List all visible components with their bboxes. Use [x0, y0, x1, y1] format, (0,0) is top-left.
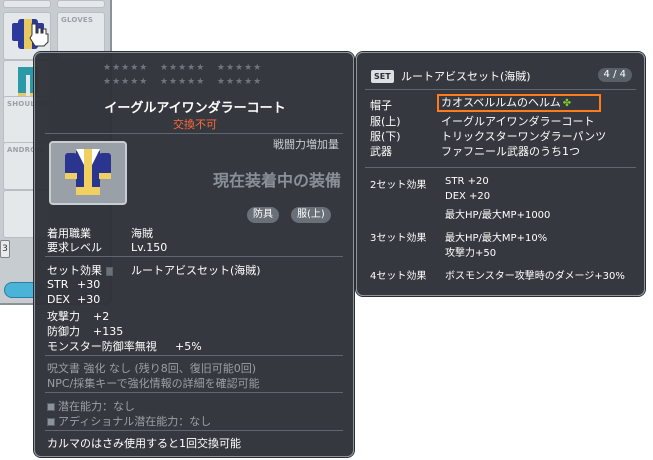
stat-key: STR [47, 278, 69, 291]
coat-item-icon [65, 149, 111, 195]
potential-text: 潜在能力：なし [58, 400, 135, 413]
item-tooltip: ★★★★★ ★★★★★ ★★★★★ ★★★★★ ★★★★★ ★★★★★ イーグル… [34, 52, 354, 457]
star-group: ★★★★★ [159, 63, 206, 73]
set-effect-row: セット効果 ルートアビスセット(海賊) [47, 262, 261, 278]
set-bonus-line: DEX +20 [445, 191, 491, 202]
star-group: ★★★★★ [159, 77, 206, 87]
npc-info: NPC/採集キーで強化情報の詳細を確認可能 [47, 377, 260, 390]
stat-row: DEX +30 [47, 293, 100, 306]
star-group: ★★★★★ [216, 77, 263, 87]
karma-note: カルマのはさみ使用すると1回交換可能 [47, 437, 241, 450]
stat-value: +5% [175, 340, 202, 353]
stat-key: 防御力 [47, 325, 80, 338]
set-bonus-line: 最大HP/最大MP+10% [445, 233, 548, 244]
slot-label-gloves: GLOVES [61, 16, 94, 24]
stat-value: +30 [77, 278, 101, 291]
upgrade-info: 呪文書 強化 なし (残り8回、復旧可能0回) [47, 362, 257, 375]
stat-value: +2 [93, 310, 110, 323]
additional-potential-text: アディショナル潜在能力：なし [58, 415, 212, 428]
stat-row: 攻撃力 +2 [47, 308, 109, 324]
set-item-name: ファフニール武器のうち1つ [441, 145, 580, 158]
stat-row: モンスター防御率無視 +5% [47, 338, 202, 354]
item-icon-frame [49, 141, 127, 205]
stat-key: モンスター防御率無視 [47, 340, 157, 353]
potential-row: 潜在能力：なし [47, 398, 135, 414]
set-title: ルートアビスセット(海賊) [401, 70, 531, 83]
stat-value: +30 [77, 293, 101, 306]
hand-cursor-icon [29, 23, 49, 47]
set-tooltip: SET ルートアビスセット(海賊) 4 / 4 帽子 カオスベルルムのヘルム ✤ … [356, 52, 645, 296]
clover-icon: ✤ [562, 98, 572, 109]
divider [45, 133, 343, 134]
divider [365, 167, 636, 168]
set-badge: SET [371, 70, 394, 83]
stat-row: 防御力 +135 [47, 323, 123, 339]
divider [365, 89, 636, 90]
item-name: イーグルアイワンダラーコート [104, 101, 286, 116]
divider [45, 355, 343, 356]
set-item-name: カオスベルルムのヘルム [441, 96, 561, 109]
tag-armor: 防具 [247, 207, 279, 223]
stat-row: STR +30 [47, 278, 100, 291]
divider [45, 430, 343, 431]
set-item-name: トリックスターワンダラーパンツ [441, 130, 607, 143]
divider [45, 256, 343, 257]
req-key: 要求レベル [47, 241, 102, 254]
stat-key: DEX [47, 293, 70, 306]
tag-top: 服(上) [291, 207, 331, 223]
stat-key: 攻撃力 [47, 310, 80, 323]
set-effect-label: セット効果 [47, 264, 102, 277]
set-item-highlighted: カオスベルルムのヘルム ✤ [437, 94, 601, 112]
divider [45, 392, 343, 393]
req-value: Lv.150 [131, 241, 168, 254]
combat-power-label: 戦闘力増加量 [273, 138, 339, 151]
set-bonus-line: 攻撃力+50 [445, 248, 497, 259]
lock-icon [105, 266, 113, 276]
equip-slot-top-right[interactable] [57, 0, 105, 8]
currently-equipped-label: 現在装着中の装備 [212, 171, 341, 190]
additional-potential-icon [47, 418, 55, 426]
set-bonus-line: 最大HP/最大MP+1000 [445, 210, 551, 221]
untradeable-label: 交換不可 [173, 118, 217, 131]
game-screen: GLOVES SHOULDER ANDROID 3 ★★★★★ ★★★★★ ★★… [0, 0, 653, 460]
potential-icon [47, 403, 55, 411]
set-bonus-line: STR +20 [445, 176, 489, 187]
set-bonus-label: 3セット効果 [370, 233, 427, 244]
equip-slot-top-left[interactable] [3, 0, 51, 8]
set-bonus-line: ボスモンスター攻撃時のダメージ+30% [445, 271, 625, 282]
requirement-row: 要求レベル Lv.150 [47, 239, 167, 255]
set-slot-label: 帽子 [370, 99, 392, 112]
star-group: ★★★★★ [216, 63, 263, 73]
star-group: ★★★★★ [103, 77, 149, 87]
equip-side-button[interactable]: 3 [0, 240, 10, 258]
star-group: ★★★★★ [103, 63, 149, 73]
set-slot-label: 服(下) [370, 130, 401, 143]
set-effect-value: ルートアビスセット(海賊) [131, 264, 261, 277]
additional-potential-row: アディショナル潜在能力：なし [47, 413, 211, 429]
star-force-row-1: ★★★★★ ★★★★★ ★★★★★ [103, 63, 262, 73]
set-count-badge: 4 / 4 [597, 68, 632, 82]
star-force-row-2: ★★★★★ ★★★★★ ★★★★★ [103, 77, 262, 87]
set-slot-label: 服(上) [370, 115, 401, 128]
set-slot-label: 武器 [370, 145, 392, 158]
set-item-name: イーグルアイワンダラーコート [441, 115, 595, 128]
stat-value: +135 [93, 325, 124, 338]
set-bonus-label: 2セット効果 [370, 180, 427, 191]
set-bonus-label: 4セット効果 [370, 271, 427, 282]
